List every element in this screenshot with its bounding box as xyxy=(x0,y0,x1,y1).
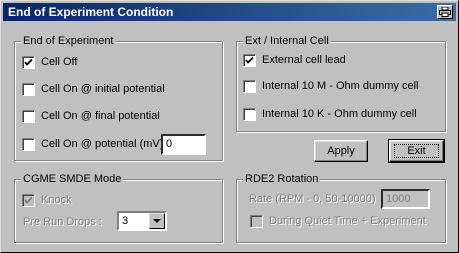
internal-10k-option[interactable]: Internal 10 K - Ohm dummy cell xyxy=(243,108,417,121)
group-legend: CGME SMDE Mode xyxy=(21,173,124,186)
internal-10m-checkbox[interactable] xyxy=(243,80,256,93)
focus-rect xyxy=(394,144,439,158)
printer-icon xyxy=(439,7,451,17)
option-label: External cell lead xyxy=(262,54,346,66)
knock-label: Knock xyxy=(41,194,72,206)
external-cell-checkbox[interactable] xyxy=(243,54,256,67)
print-button[interactable] xyxy=(437,5,453,19)
ext-internal-cell-group: Ext / Internal Cell External cell lead I… xyxy=(236,35,446,132)
group-legend: RDE2 Rotation xyxy=(243,173,321,186)
cell-on-final-option[interactable]: Cell On @ final potential xyxy=(22,110,160,123)
option-label: Internal 10 M - Ohm dummy cell xyxy=(262,80,419,92)
group-legend: Ext / Internal Cell xyxy=(243,35,331,48)
checkmark-icon xyxy=(24,58,33,66)
exit-button[interactable]: Exit xyxy=(388,139,445,163)
pre-run-drops-label: Pre Run Drops : xyxy=(23,216,102,228)
dialog-window: End of Experiment Condition End of Exper… xyxy=(0,0,459,253)
cell-on-potential-option[interactable]: Cell On @ potential (mV) xyxy=(22,138,163,151)
checkmark-icon xyxy=(24,196,33,204)
cell-on-initial-checkbox[interactable] xyxy=(22,83,35,96)
quiet-time-checkbox[interactable] xyxy=(250,215,263,228)
cgme-smde-group: CGME SMDE Mode Knock Pre Run Drops : 3 xyxy=(14,173,223,243)
chevron-down-icon xyxy=(153,219,161,223)
title-bar[interactable]: End of Experiment Condition xyxy=(3,3,456,21)
window-title: End of Experiment Condition xyxy=(8,5,174,19)
option-label: Internal 10 K - Ohm dummy cell xyxy=(262,108,417,120)
internal-10m-option[interactable]: Internal 10 M - Ohm dummy cell xyxy=(243,80,419,93)
checkmark-icon xyxy=(245,56,254,64)
group-legend: End of Experiment xyxy=(21,35,116,48)
quiet-time-label: During Quiet Time + Experiment xyxy=(269,215,426,227)
option-label: Cell On @ initial potential xyxy=(41,83,165,95)
rate-label: Rate (RPM - 0, 50-10000) xyxy=(249,193,376,205)
apply-button[interactable]: Apply xyxy=(314,140,368,162)
cell-on-final-checkbox[interactable] xyxy=(22,110,35,123)
pre-run-drops-select[interactable]: 3 xyxy=(117,211,167,231)
option-label: Cell On @ potential (mV) xyxy=(41,138,164,150)
rde2-rotation-group: RDE2 Rotation Rate (RPM - 0, 50-10000) 1… xyxy=(236,173,446,243)
cell-off-checkbox[interactable] xyxy=(22,56,35,69)
cell-off-option[interactable]: Cell Off xyxy=(22,56,77,69)
pre-run-drops-value: 3 xyxy=(122,215,129,227)
option-label: Cell Off xyxy=(41,56,78,68)
external-cell-option[interactable]: External cell lead xyxy=(243,54,346,67)
quiet-time-option[interactable]: During Quiet Time + Experiment xyxy=(250,215,426,228)
option-label: Cell On @ final potential xyxy=(41,110,160,122)
internal-10k-checkbox[interactable] xyxy=(243,108,256,121)
dropdown-button[interactable] xyxy=(149,213,165,229)
cell-on-potential-checkbox[interactable] xyxy=(22,138,35,151)
knock-option[interactable]: Knock xyxy=(22,194,72,207)
rate-input[interactable]: 1000 xyxy=(381,189,430,209)
knock-checkbox[interactable] xyxy=(22,194,35,207)
cell-on-initial-option[interactable]: Cell On @ initial potential xyxy=(22,83,165,96)
potential-input[interactable]: 0 xyxy=(161,134,206,155)
end-of-experiment-group: End of Experiment Cell Off Cell On @ ini… xyxy=(14,35,223,161)
